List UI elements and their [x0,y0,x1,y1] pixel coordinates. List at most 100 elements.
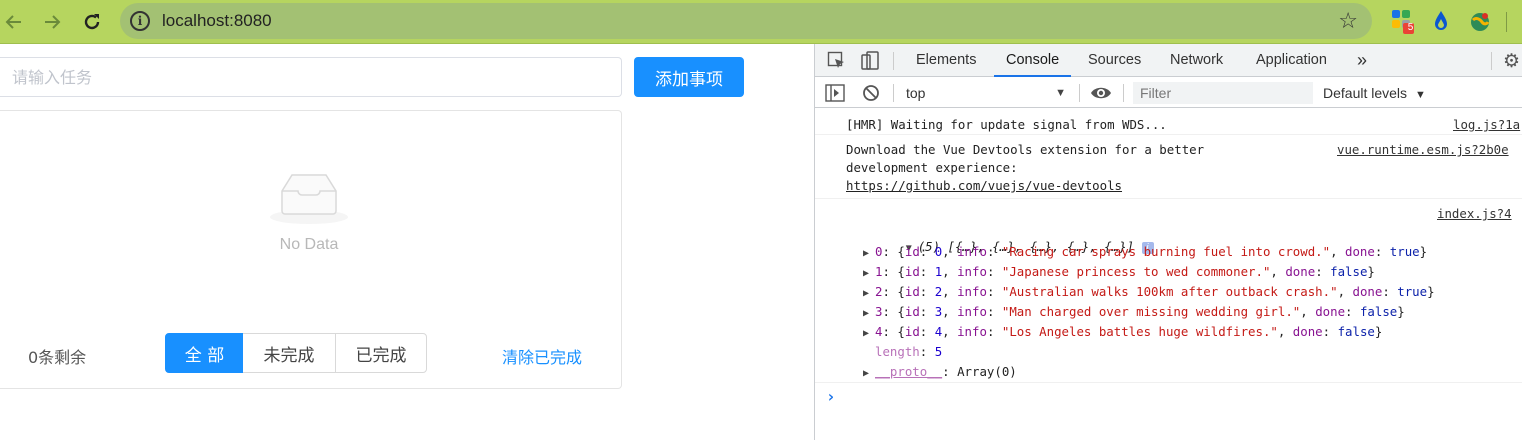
forward-button[interactable] [38,8,66,36]
message-source-link[interactable]: index.js?4 [1437,206,1512,221]
message-source-link[interactable]: vue.runtime.esm.js?2b0e [1337,142,1509,157]
extension-grid-icon[interactable]: 5 [1390,8,1416,34]
length-value: 5 [934,344,943,359]
caret-down-icon: ▼ [1414,89,1426,101]
item-done: false [1359,304,1398,319]
toolbar-divider [1123,84,1124,102]
item-index: 3 [875,304,883,319]
message-source-link[interactable]: log.js?1a [1453,117,1520,132]
item-info: "Man charged over missing wedding girl." [1001,304,1301,319]
water-drop-icon[interactable] [1428,8,1454,34]
browser-toolbar: i localhost:8080 ☆ 5 [0,0,1522,44]
clear-console-icon[interactable] [862,84,880,107]
bookmark-star-icon[interactable]: ☆ [1338,8,1358,34]
array-item[interactable]: ▶ 1: {id: 1, info: "Japanese princess to … [863,264,1375,279]
empty-text: No Data [279,236,339,253]
item-index: 4 [875,324,883,339]
toolbar-divider [1079,84,1080,102]
console-filter-input[interactable] [1133,82,1313,104]
item-index: 1 [875,264,883,279]
item-id: 1 [934,264,943,279]
task-list: No Data 0条剩余 全 部 未完成 已完成 清除已完成 [0,110,622,389]
console-message: [HMR] Waiting for update signal from WDS… [815,109,1522,135]
proto-value: Array(0) [957,364,1017,379]
context-value: top [906,85,926,101]
length-label: length [875,344,920,359]
array-proto[interactable]: ▶ __proto__: Array(0) [863,364,1017,379]
log-levels-label: Default levels [1323,85,1408,101]
globe-extension-icon[interactable] [1467,8,1493,34]
filter-active-button[interactable]: 未完成 [243,333,336,373]
console-toolbar: top ▼ Default levels ▼ [815,78,1522,108]
item-done: false [1330,264,1368,279]
collapse-arrow-icon[interactable]: ▶ [863,248,875,259]
vue-devtools-link[interactable]: https://github.com/vuejs/vue-devtools [846,178,1122,193]
proto-label: __proto__ [875,364,943,379]
task-input[interactable] [0,57,622,97]
array-item[interactable]: ▶ 2: {id: 2, info: "Australian walks 100k… [863,284,1435,299]
reload-icon [84,14,100,30]
settings-gear-icon[interactable]: ⚙ [1503,50,1520,73]
message-text: [HMR] Waiting for update signal from WDS… [846,117,1167,132]
empty-inbox-icon [270,174,348,224]
item-done: true [1397,284,1428,299]
filter-all-button[interactable]: 全 部 [165,333,244,373]
url-text: localhost:8080 [162,11,272,30]
item-id: 0 [934,244,943,259]
console-message: Download the Vue Devtools extension for … [815,136,1522,199]
context-select[interactable]: top ▼ [900,80,1072,106]
message-text-line2: development experience: [846,160,1018,175]
address-bar[interactable]: i localhost:8080 ☆ [120,3,1372,39]
live-expression-eye-icon[interactable] [1090,83,1112,108]
item-id: 2 [934,284,943,299]
devtools-panel: Elements Console Sources Network Applica… [814,44,1522,440]
tab-elements[interactable]: Elements [916,44,976,77]
devtools-tab-bar: Elements Console Sources Network Applica… [815,44,1522,77]
sidebar-toggle-icon[interactable] [825,84,845,107]
filter-completed-button[interactable]: 已完成 [335,333,427,373]
array-length: length: 5 [875,344,943,359]
tab-console[interactable]: Console [993,44,1072,77]
collapse-arrow-icon[interactable]: ▶ [863,308,875,319]
item-info: "Racing car sprays burning fuel into cro… [1001,244,1331,259]
item-index: 2 [875,284,883,299]
back-button[interactable] [0,8,28,36]
back-arrow-icon [5,15,21,29]
item-done: true [1389,244,1420,259]
inspect-element-icon[interactable] [827,51,847,76]
collapse-arrow-icon[interactable]: ▶ [863,368,875,379]
array-item[interactable]: ▶ 3: {id: 3, info: "Man charged over miss… [863,304,1405,319]
more-tabs-button[interactable]: » [1357,44,1367,77]
reload-button[interactable] [78,8,106,36]
extension-badge: 5 [1407,22,1414,33]
console-output: [HMR] Waiting for update signal from WDS… [815,109,1522,440]
site-info-icon[interactable]: i [130,11,150,31]
tab-divider [1491,52,1492,70]
toolbar-divider [893,84,894,102]
item-info: "Japanese princess to wed commoner." [1001,264,1271,279]
item-done: false [1337,324,1375,339]
console-prompt[interactable]: › [826,387,836,406]
message-text-line1: Download the Vue Devtools extension for … [846,142,1205,157]
item-info: "Australian walks 100km after outback cr… [1001,284,1338,299]
array-item[interactable]: ▶ 4: {id: 4, info: "Los Angeles battles h… [863,324,1382,339]
tab-divider [893,52,894,70]
tab-sources[interactable]: Sources [1088,44,1141,77]
tab-application[interactable]: Application [1256,44,1327,77]
console-message: index.js?4 ▼ (5) [{…}, {…}, {…}, {…}, {…}… [815,200,1522,383]
collapse-arrow-icon[interactable]: ▶ [863,268,875,279]
todo-app: 添加事项 No Data 0条剩余 全 部 未完成 已完成 清除已完成 [0,44,814,440]
toolbar-divider [1506,12,1507,32]
item-id: 3 [934,304,943,319]
collapse-arrow-icon[interactable]: ▶ [863,328,875,339]
log-levels-dropdown[interactable]: Default levels ▼ [1323,80,1426,106]
device-toolbar-icon[interactable] [860,51,880,76]
tab-network[interactable]: Network [1170,44,1223,77]
item-index: 0 [875,244,883,259]
array-item[interactable]: ▶ 0: {id: 0, info: "Racing car sprays bur… [863,244,1427,259]
add-task-button[interactable]: 添加事项 [634,57,744,97]
caret-down-icon: ▼ [1055,87,1066,99]
forward-arrow-icon [45,15,61,29]
collapse-arrow-icon[interactable]: ▶ [863,288,875,299]
clear-completed-button[interactable]: 清除已完成 [502,344,582,368]
